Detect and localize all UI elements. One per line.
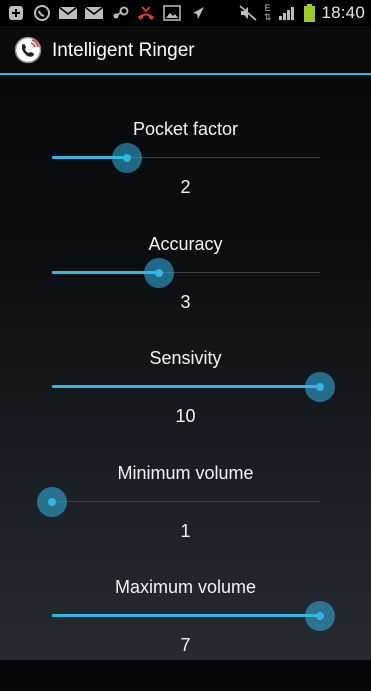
slider-thumb[interactable] — [112, 143, 143, 173]
send-icon — [188, 5, 208, 21]
signal-icon — [277, 5, 297, 21]
gmail-icon — [58, 5, 78, 21]
missed-call-icon — [136, 5, 156, 21]
setting-pocket-factor: Pocket factor 2 — [0, 119, 371, 233]
slider-thumb[interactable] — [305, 372, 335, 402]
slider-thumb[interactable] — [144, 258, 175, 288]
slider-fill — [52, 614, 320, 617]
clock: 18:40 — [321, 3, 365, 22]
status-bar: E ⇅ 18:40 — [0, 0, 371, 26]
setting-label: Minimum volume — [117, 463, 254, 483]
whatsapp-icon — [32, 5, 52, 21]
slider-thumb[interactable] — [305, 601, 335, 631]
slider-track[interactable] — [52, 501, 320, 502]
network-icon: E ⇅ — [263, 3, 272, 22]
setting-label: Sensivity — [149, 348, 222, 368]
setting-maximum-volume: Maximum volume 7 — [0, 577, 371, 691]
setting-accuracy: Accuracy 3 — [0, 234, 371, 348]
setting-value: 1 — [180, 521, 191, 541]
battery-icon — [303, 4, 315, 22]
steam-icon — [110, 5, 130, 21]
setting-value: 7 — [180, 635, 191, 655]
gmail-icon — [84, 5, 104, 21]
setting-label: Accuracy — [148, 234, 223, 254]
setting-value: 2 — [180, 177, 191, 197]
slider-fill — [52, 385, 320, 388]
setting-label: Pocket factor — [132, 119, 239, 139]
setting-value: 10 — [175, 406, 196, 426]
slider-thumb[interactable] — [37, 487, 67, 517]
app-title: Intelligent Ringer — [52, 40, 195, 61]
setting-sensivity: Sensivity 10 — [0, 348, 371, 462]
action-bar: Intelligent Ringer — [0, 26, 371, 74]
setting-minimum-volume: Minimum volume 1 — [0, 463, 371, 577]
slider-fill — [52, 271, 160, 274]
add-icon — [6, 5, 26, 21]
mute-icon — [238, 5, 258, 21]
setting-value: 3 — [180, 292, 191, 312]
action-bar-divider — [0, 73, 371, 75]
gallery-icon — [162, 5, 182, 21]
setting-label: Maximum volume — [114, 577, 257, 597]
phone-ringer-icon[interactable] — [14, 36, 42, 64]
